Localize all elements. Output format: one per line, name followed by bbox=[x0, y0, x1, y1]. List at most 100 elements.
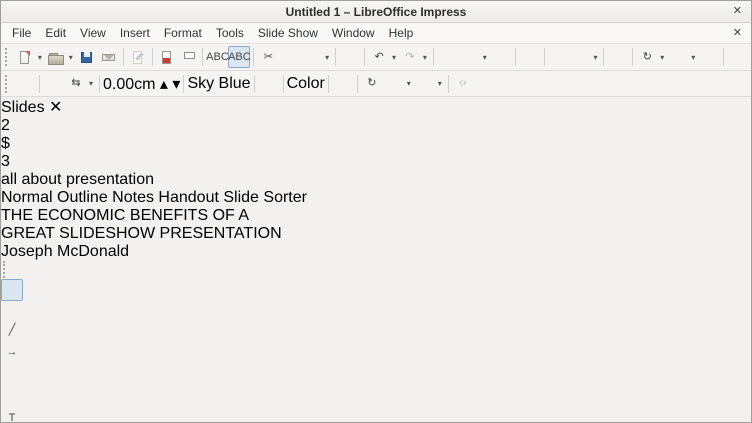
undo-button[interactable]: ↶ bbox=[368, 46, 390, 68]
menu-format[interactable]: Format bbox=[157, 24, 209, 42]
line-color-combo[interactable]: Sky Blue bbox=[187, 75, 250, 93]
menu-help[interactable]: Help bbox=[382, 24, 421, 42]
toolbar-separator bbox=[543, 48, 545, 66]
save-button[interactable] bbox=[76, 46, 98, 68]
spinner-down-icon[interactable]: ▾ bbox=[172, 76, 180, 93]
toolbar-separator bbox=[514, 48, 516, 66]
spellcheck-button[interactable]: ABC bbox=[206, 46, 229, 68]
slide-title-text[interactable]: THE ECONOMIC BENEFITS OF A GREAT SLIDESH… bbox=[1, 207, 751, 243]
cut-icon: ✂ bbox=[263, 50, 273, 63]
edit-points-button[interactable] bbox=[14, 73, 36, 95]
slide-3-thumb[interactable]: all about presentation bbox=[1, 171, 751, 189]
menu-view[interactable]: View bbox=[73, 24, 113, 42]
slide-canvas[interactable]: THE ECONOMIC BENEFITS OF A GREAT SLIDESH… bbox=[1, 207, 751, 261]
help-button[interactable] bbox=[607, 46, 629, 68]
shadow-button[interactable] bbox=[332, 73, 354, 95]
menu-file[interactable]: File bbox=[5, 24, 38, 42]
rotate-button[interactable]: ↻ bbox=[361, 73, 383, 95]
slides-panel-body: 2 $ 3 all about presentation bbox=[1, 117, 751, 189]
new-document-dropdown-icon[interactable] bbox=[36, 47, 44, 67]
paste-dropdown-icon[interactable] bbox=[323, 47, 331, 67]
tab-slide-sorter[interactable]: Slide Sorter bbox=[223, 189, 307, 206]
tab-normal[interactable]: Normal bbox=[1, 189, 53, 206]
new-slide-button[interactable] bbox=[698, 46, 720, 68]
tab-handout[interactable]: Handout bbox=[158, 189, 219, 206]
toolbar-separator bbox=[356, 74, 358, 93]
email-button[interactable] bbox=[98, 46, 120, 68]
area-style-combo[interactable]: Color bbox=[287, 75, 325, 93]
glue-points-button[interactable] bbox=[43, 73, 65, 95]
navigator-button[interactable] bbox=[548, 46, 570, 68]
paste-button[interactable] bbox=[301, 46, 323, 68]
clone-formatting-button[interactable] bbox=[339, 46, 361, 68]
toolbar-separator bbox=[364, 48, 366, 66]
paint-can-icon bbox=[260, 75, 277, 92]
align-dropdown-icon[interactable] bbox=[405, 74, 413, 94]
select-tool-button[interactable] bbox=[1, 279, 23, 301]
print-button[interactable] bbox=[178, 46, 200, 68]
tab-notes[interactable]: Notes bbox=[112, 189, 154, 206]
window-title: Untitled 1 – LibreOffice Impress bbox=[285, 4, 467, 19]
ellipse-icon bbox=[4, 388, 21, 405]
zoom-button[interactable] bbox=[570, 46, 592, 68]
hyperlink-button[interactable] bbox=[490, 46, 512, 68]
spellcheck-icon: ABC bbox=[206, 50, 229, 63]
arrange-dropdown-icon[interactable] bbox=[436, 74, 444, 94]
rectangle-tool-button[interactable] bbox=[1, 363, 23, 385]
ellipse-tool-button[interactable] bbox=[1, 385, 23, 407]
window-close-icon[interactable]: ✕ bbox=[733, 4, 742, 19]
display-mode-dropdown-icon[interactable] bbox=[658, 47, 666, 67]
insert-chart-button[interactable] bbox=[437, 46, 459, 68]
paste-icon bbox=[304, 49, 321, 66]
insert-table-button[interactable] bbox=[459, 46, 481, 68]
slide-2-thumb[interactable]: $ bbox=[1, 135, 751, 153]
text-tool-button[interactable]: T bbox=[1, 407, 23, 422]
line-width-spinner[interactable]: 0.00cm ▴ ▾ bbox=[103, 74, 180, 94]
display-mode-button[interactable]: ↻ bbox=[636, 46, 658, 68]
auto-spellcheck-button[interactable]: ABC bbox=[228, 46, 251, 68]
menu-slide-show[interactable]: Slide Show bbox=[251, 24, 325, 42]
toolbar-grip[interactable] bbox=[3, 261, 5, 278]
spinner-up-icon[interactable]: ▴ bbox=[160, 76, 168, 93]
new-document-button[interactable] bbox=[14, 46, 36, 68]
slide-thumbnail-3[interactable]: 3 all about presentation bbox=[1, 153, 751, 189]
line-tool-button[interactable]: ╱ bbox=[1, 319, 23, 341]
toolbar-separator bbox=[39, 74, 40, 93]
arrow-style-button[interactable]: ⇆ bbox=[65, 73, 87, 95]
open-button[interactable] bbox=[45, 46, 67, 68]
spinner-buttons: ▴ ▾ bbox=[160, 76, 181, 93]
current-slide[interactable]: THE ECONOMIC BENEFITS OF A GREAT SLIDESH… bbox=[1, 207, 751, 261]
slides-panel-close-icon[interactable]: ✕ bbox=[49, 99, 62, 116]
slide-layout-button[interactable] bbox=[667, 46, 689, 68]
print-icon bbox=[180, 49, 197, 66]
area-dialog-button[interactable] bbox=[258, 73, 280, 95]
menu-tools[interactable]: Tools bbox=[209, 24, 251, 42]
align-objects-button[interactable] bbox=[383, 73, 405, 95]
menu-edit[interactable]: Edit bbox=[38, 24, 73, 42]
line-width-value[interactable]: 0.00cm bbox=[103, 76, 155, 93]
select-cursor-icon bbox=[4, 282, 21, 299]
slide-thumbnail-2[interactable]: 2 $ bbox=[1, 117, 751, 153]
arrange-button[interactable] bbox=[414, 73, 436, 95]
slide-layout-dropdown-icon[interactable] bbox=[689, 47, 697, 67]
menu-insert[interactable]: Insert bbox=[113, 24, 157, 42]
toolbar-grip[interactable] bbox=[5, 74, 10, 93]
undo-dropdown-icon[interactable] bbox=[390, 47, 398, 67]
document-close-icon[interactable]: ✕ bbox=[733, 26, 742, 41]
toolbar-grip[interactable] bbox=[5, 48, 10, 66]
line-arrow-tool-button[interactable]: → bbox=[1, 341, 23, 363]
edit-points-icon bbox=[17, 75, 34, 92]
start-presentation-button[interactable] bbox=[727, 46, 749, 68]
table-icon bbox=[461, 49, 478, 66]
export-pdf-button[interactable] bbox=[156, 46, 178, 68]
table-dropdown-icon[interactable] bbox=[481, 47, 489, 67]
open-dropdown-icon[interactable] bbox=[67, 47, 75, 67]
slide-subtitle-text[interactable]: Joseph McDonald bbox=[1, 243, 751, 261]
tab-outline[interactable]: Outline bbox=[57, 189, 108, 206]
arrow-style-dropdown-icon[interactable] bbox=[87, 74, 95, 94]
redo-dropdown-icon[interactable] bbox=[421, 47, 429, 67]
copy-button[interactable] bbox=[279, 46, 301, 68]
menu-window[interactable]: Window bbox=[325, 24, 382, 42]
zoom-dropdown-icon[interactable] bbox=[591, 47, 599, 67]
cut-button[interactable]: ✂ bbox=[257, 46, 279, 68]
